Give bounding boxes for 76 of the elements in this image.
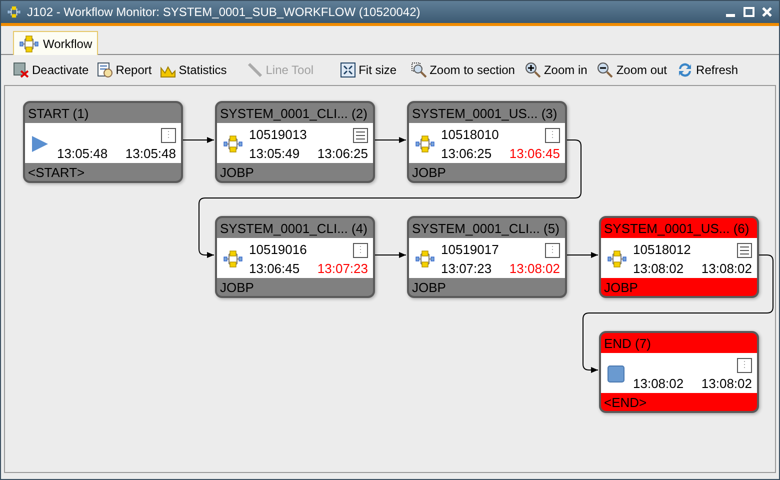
node-type: JOBP: [603, 279, 639, 296]
node-type: <END>: [603, 394, 648, 411]
job-node[interactable]: SYSTEM_0001_US... (3) 10518010 13:06:25 13:06:45 JOBP: [407, 101, 567, 183]
run-id: 10519017: [441, 242, 499, 257]
deactivate-icon: [13, 62, 29, 78]
node-type: JOBP: [411, 279, 447, 296]
node-type: JOBP: [411, 164, 447, 181]
end-time: 13:06:25: [317, 146, 368, 161]
start-time: 13:06:45: [249, 261, 300, 276]
end-time: 13:07:23: [317, 261, 368, 276]
node-title: SYSTEM_0001_US... (3): [411, 105, 558, 123]
workflow-icon: [415, 134, 435, 154]
toolbar-button[interactable]: Refresh: [677, 62, 738, 78]
close-icon[interactable]: [761, 6, 773, 18]
blank-log-icon[interactable]: [545, 128, 560, 142]
workflow-tab[interactable]: Workflow: [13, 31, 98, 55]
log-icon[interactable]: [353, 128, 368, 142]
start-time: 13:08:02: [633, 376, 684, 391]
start-time: 13:07:23: [441, 261, 492, 276]
zoom-in-icon: [524, 62, 541, 78]
end-time: 13:08:02: [701, 376, 752, 391]
job-node[interactable]: SYSTEM_0001_US... (6) 10518012 13:08:02 13:08:02 JOBP: [599, 216, 759, 298]
node-type: JOBP: [219, 164, 255, 181]
start-time: 13:06:25: [441, 146, 492, 161]
blank-log-icon[interactable]: [353, 242, 368, 258]
run-id: 10519013: [249, 127, 307, 142]
job-node[interactable]: START (1) 13:05:48 13:05:48 <START>: [23, 101, 183, 183]
job-node[interactable]: SYSTEM_0001_CLI... (5) 10519017 13:07:23 13:08:02 JOBP: [407, 216, 567, 298]
end-time: 13:08:02: [701, 261, 752, 276]
node-title: SYSTEM_0001_CLI... (4): [219, 220, 368, 238]
node-type: <START>: [27, 164, 86, 181]
blank-log-icon[interactable]: [161, 128, 176, 142]
toolbar-button[interactable]: Fit size: [340, 62, 397, 78]
toolbar-button[interactable]: Statistics: [160, 62, 227, 78]
report-icon: [96, 62, 113, 78]
start-time: 13:08:02: [633, 261, 684, 276]
job-node[interactable]: SYSTEM_0001_CLI... (2) 10519013 13:05:49 13:06:25 JOBP: [215, 101, 375, 183]
node-title: START (1): [27, 105, 90, 123]
node-title: SYSTEM_0001_CLI... (2): [219, 105, 368, 123]
refresh-icon: [677, 62, 694, 78]
workflow-icon: [415, 249, 435, 269]
toolbar-button[interactable]: Zoom out: [597, 62, 668, 78]
run-id: 10518010: [441, 127, 499, 142]
end-time: 13:06:45: [509, 146, 560, 161]
toolbar-button[interactable]: Deactivate: [13, 62, 89, 78]
node-title: END (7): [603, 335, 652, 353]
window-title: J102 - Workflow Monitor: SYSTEM_0001_SUB_WORKFLOW (10520042): [27, 5, 422, 19]
node-title: SYSTEM_0001_US... (6): [603, 220, 750, 238]
play-icon: [31, 135, 49, 153]
workflow-icon: [607, 249, 627, 269]
end-time: 13:08:02: [509, 261, 560, 276]
run-id: 10518012: [633, 242, 691, 257]
toolbar-button[interactable]: Report: [96, 62, 152, 78]
workflow-icon: [7, 5, 21, 19]
start-time: 13:05:49: [249, 146, 300, 161]
node-title: SYSTEM_0001_CLI... (5): [411, 220, 560, 238]
blank-log-icon[interactable]: [737, 358, 752, 372]
end-time: 13:05:48: [125, 146, 176, 161]
zoom-out-icon: [597, 62, 614, 78]
node-type: JOBP: [219, 279, 255, 296]
fit-size-icon: [340, 62, 356, 78]
maximize-icon[interactable]: [743, 6, 755, 18]
workflow-icon: [19, 34, 39, 54]
log-icon[interactable]: [737, 242, 752, 258]
stop-icon: [607, 365, 625, 383]
zoom-section-icon: [410, 62, 427, 78]
line-tool-icon: [246, 62, 263, 78]
job-node[interactable]: SYSTEM_0001_CLI... (4) 10519016 13:06:45 13:07:23 JOBP: [215, 216, 375, 298]
toolbar-button[interactable]: Zoom in: [524, 62, 588, 78]
run-id: 10519016: [249, 242, 307, 257]
toolbar-button[interactable]: Zoom to section: [410, 62, 515, 78]
workflow-icon: [223, 249, 243, 269]
job-node[interactable]: END (7) 13:08:02 13:08:02 <END>: [599, 331, 759, 413]
workflow-icon: [223, 134, 243, 154]
start-time: 13:05:48: [57, 146, 108, 161]
blank-log-icon[interactable]: [545, 242, 560, 258]
